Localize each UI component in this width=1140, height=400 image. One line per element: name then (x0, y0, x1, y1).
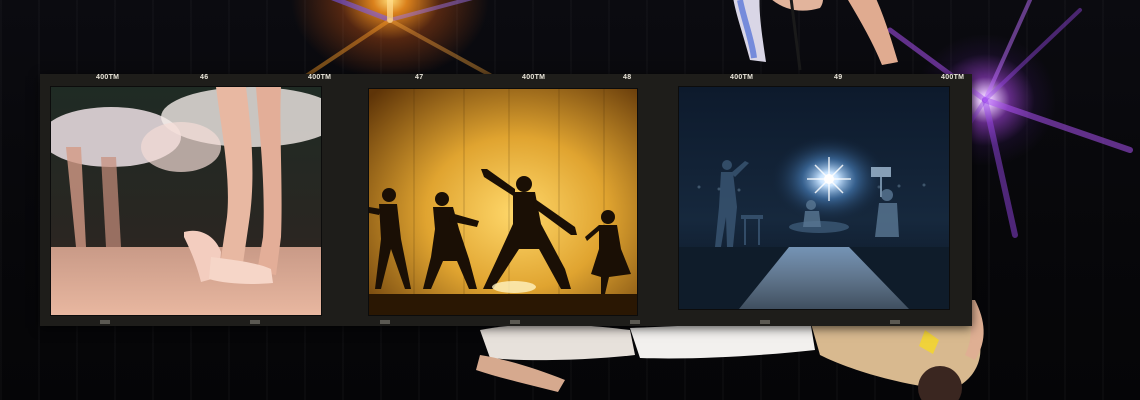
film-edge-mark (250, 320, 260, 324)
film-edge-label: 400TM (308, 74, 332, 81)
film-frame-number: 48 (623, 74, 632, 81)
stage-spotlight-photo (678, 86, 950, 310)
film-edge-label: 400TM (730, 74, 754, 81)
stage-background: 400TM 46 400TM 47 400TM 48 400TM 49 400T… (0, 0, 1140, 400)
dancer-silhouettes-photo (368, 88, 638, 316)
film-edge-label: 400TM (941, 74, 965, 81)
film-edge-mark (890, 320, 900, 324)
film-frame-number: 49 (834, 74, 843, 81)
film-edge-label: 400TM (96, 74, 120, 81)
acrobat-top (733, 0, 898, 71)
film-frame-number: 46 (200, 74, 209, 81)
filmstrip: 400TM 46 400TM 47 400TM 48 400TM 49 400T… (40, 74, 972, 326)
ballet-feet-photo (50, 86, 322, 316)
film-edge-mark (100, 320, 110, 324)
film-edge-mark (760, 320, 770, 324)
film-edge-mark (380, 320, 390, 324)
film-edge-mark (630, 320, 640, 324)
film-frame-number: 47 (415, 74, 424, 81)
film-edge-label: 400TM (522, 74, 546, 81)
film-edge-mark (510, 320, 520, 324)
